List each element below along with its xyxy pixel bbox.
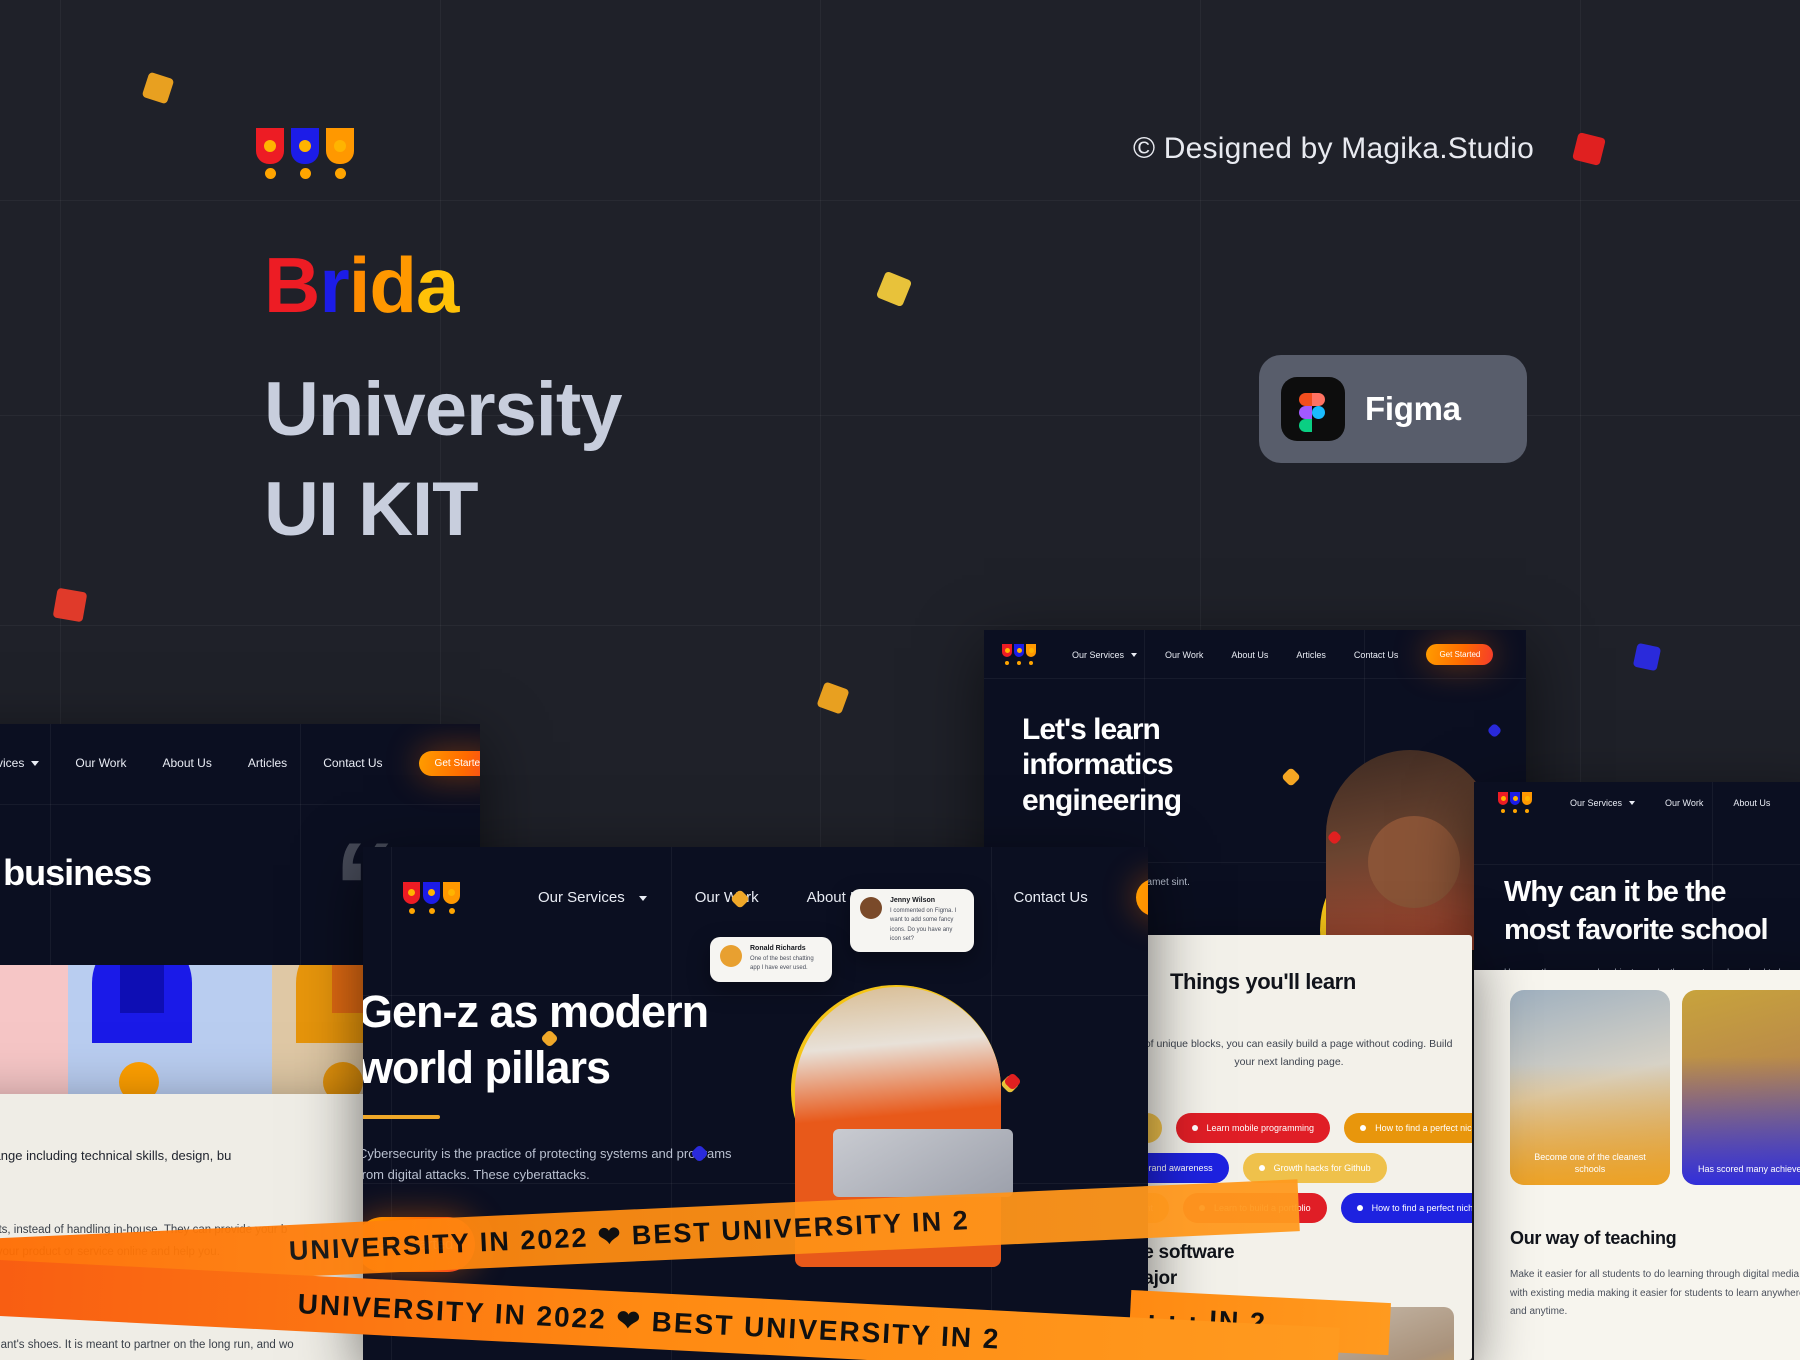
nav-our-services[interactable]: Our Services (538, 889, 647, 906)
favorite-panel: Our Services Our Work About Us Why can i… (1474, 782, 1800, 992)
favorite-nav: Our Services Our Work About Us (1498, 792, 1770, 813)
favorite-light-panel: Become one of the cleanest schools Has s… (1474, 970, 1800, 1360)
designer-credit: © Designed by Magika.Studio (1132, 132, 1534, 165)
brand-letter-3: d (369, 241, 417, 329)
nav-about-us[interactable]: About Us (1231, 650, 1268, 660)
panel-logo[interactable] (1002, 644, 1036, 665)
nav-our-work[interactable]: Our Work (75, 756, 126, 770)
nav-about-us[interactable]: About Us (162, 756, 211, 770)
learn-heading: Things you'll learn (1170, 969, 1356, 994)
heading-underline (363, 1115, 440, 1119)
confetti-square (141, 71, 175, 105)
nav-contact-us[interactable]: Contact Us (1354, 650, 1399, 660)
nav-get-started-button[interactable]: Get Started (1135, 879, 1148, 916)
figma-icon (1281, 377, 1345, 441)
genz-nav: Our Services Our Work About Us Articles … (403, 879, 1148, 916)
nav-articles[interactable]: Articles (1296, 650, 1326, 660)
confetti-square (875, 270, 913, 308)
chat-message: One of the best chatting app I have ever… (750, 956, 814, 972)
confetti-diamond (1281, 767, 1301, 787)
article-nav: Our Services Our Work About Us Articles … (0, 750, 480, 776)
learn-pill[interactable]: How to find a perfect niche (1340, 1193, 1472, 1223)
nav-our-services[interactable]: Our Services (1072, 650, 1138, 660)
confetti-diamond (1486, 722, 1503, 739)
favorite-heading-line2: most favorite school (1504, 914, 1769, 946)
logo-medal-orange (326, 128, 354, 179)
chat-message: I commented on Figma. I want to add some… (890, 908, 957, 942)
brand-letter-0: B (264, 241, 320, 329)
learn-pill[interactable]: Learn mobile programming (1175, 1113, 1331, 1143)
page-title-line2: UI KIT (264, 467, 479, 553)
brand-letter-2: i (348, 241, 371, 329)
nav-our-services[interactable]: Our Services (0, 756, 40, 770)
learn-pill[interactable]: Growth hacks for Github (1242, 1153, 1387, 1183)
confetti-square (1572, 132, 1606, 166)
nav-our-services[interactable]: Our Services (1570, 798, 1636, 808)
genz-panel: Our Services Our Work About Us Articles … (363, 847, 1148, 1360)
page-title: University UI KIT (264, 360, 622, 561)
learn-body: lots of unique blocks, you can easily bu… (1142, 1038, 1453, 1069)
nav-our-work[interactable]: Our Work (1165, 650, 1203, 660)
page-title-line1: University (264, 367, 622, 452)
chat-name: Ronald Richards (750, 945, 806, 952)
nav-contact-us[interactable]: Contact Us (323, 756, 382, 770)
grid-line (0, 625, 1800, 626)
nav-about-us[interactable]: About Us (1733, 798, 1770, 808)
confetti-square (1632, 642, 1662, 672)
figma-badge[interactable]: Figma (1259, 355, 1527, 463)
informatics-nav: Our Services Our Work About Us Articles … (1002, 644, 1494, 665)
learn-pill-row-2: Building brand awareness Growth hacks fo… (1142, 1153, 1387, 1183)
panel-logo[interactable] (403, 881, 460, 914)
brand-logo[interactable] (256, 128, 354, 179)
teaching-heading: Our way of teaching (1510, 1228, 1677, 1248)
confetti-square (816, 681, 850, 715)
chat-name: Jenny Wilson (890, 897, 936, 904)
nav-contact-us[interactable]: Contact Us (1014, 889, 1088, 906)
informatics-heading: Let's learn informatics engineering (1022, 713, 1182, 817)
laptop (833, 1129, 1013, 1197)
brand-wordmark: Brida (264, 246, 459, 324)
school-photo-card-1[interactable]: Become one of the cleanest schools (1510, 990, 1670, 1185)
school-photo-caption-1: Become one of the cleanest schools (1534, 1151, 1646, 1174)
cover-canvas: © Designed by Magika.Studio Brida Univer… (0, 0, 1800, 1360)
grid-line (0, 200, 1800, 201)
nav-articles[interactable]: Articles (248, 756, 287, 770)
brand-letter-1: r (319, 241, 349, 329)
school-photo-card-2[interactable]: Has scored many achievements (1682, 990, 1800, 1185)
nav-our-work[interactable]: Our Work (1665, 798, 1703, 808)
favorite-heading-line1: Why can it be the (1504, 876, 1726, 908)
learn-pill[interactable]: How to find a perfect niche (1344, 1113, 1472, 1143)
genz-heading-line1: Gen-z as modern (363, 986, 709, 1037)
school-photo-caption-2: Has scored many achievements (1697, 1163, 1800, 1174)
brand-letter-4: a (416, 241, 459, 329)
confetti-square (52, 587, 88, 623)
article-heading: gency is a business ou hire to utsource (3, 852, 152, 893)
chat-bubble-ronald[interactable]: Ronald Richards One of the best chatting… (710, 937, 832, 982)
logo-medal-red (256, 128, 284, 179)
genz-heading-line2: world pillars (363, 1042, 611, 1093)
learn-pill[interactable]: Building brand awareness (1142, 1153, 1229, 1183)
panel-logo[interactable] (1498, 792, 1532, 813)
logo-medal-blue (291, 128, 319, 179)
learn-pill-row-1: che Learn mobile programming How to find… (1142, 1113, 1472, 1143)
teaching-body: Make it easier for all students to do le… (1510, 1269, 1800, 1317)
chat-bubble-jenny[interactable]: Jenny Wilson I commented on Figma. I wan… (850, 889, 974, 953)
student-face (1368, 816, 1460, 908)
software-heading: he software najor (1142, 1242, 1235, 1289)
figma-label: Figma (1365, 390, 1461, 427)
nav-our-work[interactable]: Our Work (695, 889, 759, 906)
nav-get-started-button[interactable]: Get Started (1426, 644, 1494, 665)
nav-get-started-button[interactable]: Get Started (418, 750, 480, 776)
